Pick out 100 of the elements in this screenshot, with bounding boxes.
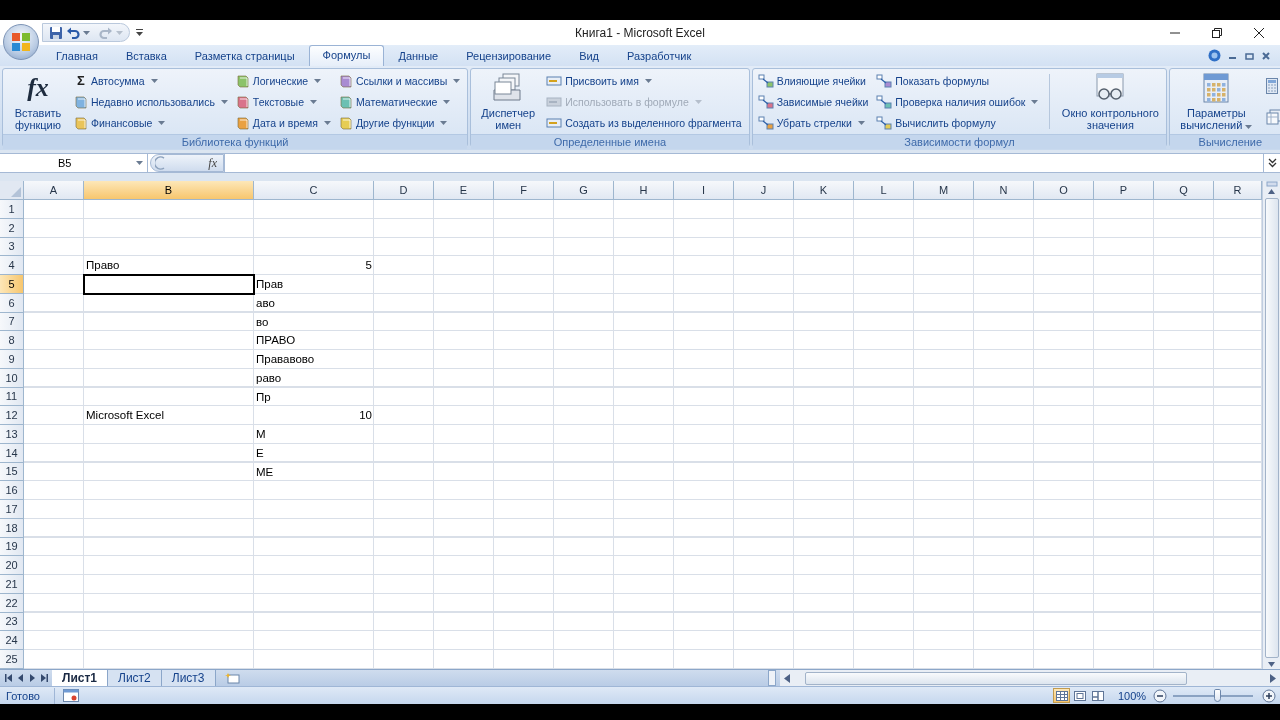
help-icon[interactable]: [1208, 49, 1221, 62]
column-header[interactable]: P: [1094, 181, 1154, 200]
view-button[interactable]: [1053, 688, 1070, 703]
ribbon-tab[interactable]: Вставка: [111, 46, 181, 66]
view-button[interactable]: [1089, 688, 1106, 703]
ribbon-button[interactable]: Проверка наличия ошибок: [876, 92, 1041, 111]
sheets-icon[interactable]: [1266, 109, 1280, 126]
scroll-right-icon[interactable]: [1269, 673, 1277, 683]
column-header[interactable]: C: [254, 181, 374, 200]
row-header[interactable]: 12: [0, 406, 24, 425]
table-cell-text: ME: [255, 464, 275, 480]
diagram-icon: [876, 73, 893, 88]
column-header[interactable]: L: [854, 181, 914, 200]
zoom-in-icon[interactable]: [1262, 688, 1276, 703]
scroll-up-icon[interactable]: [1267, 187, 1276, 196]
row-header[interactable]: 9: [0, 350, 24, 369]
ribbon-tab[interactable]: Разметка страницы: [180, 46, 309, 66]
ribbon-button[interactable]: Присвоить имя: [546, 71, 744, 90]
ribbon-button[interactable]: Математические: [339, 92, 463, 111]
split-handle-icon[interactable]: [1265, 181, 1278, 187]
sheet-tab[interactable]: Лист1: [52, 670, 109, 686]
column-header[interactable]: K: [794, 181, 854, 200]
ribbon-button[interactable]: Ссылки и массивы: [339, 71, 463, 90]
column-header[interactable]: H: [614, 181, 674, 200]
ribbon-button[interactable]: Показать формулы: [876, 71, 1041, 90]
row-header[interactable]: 24: [0, 631, 24, 650]
ribbon-tab[interactable]: Данные: [384, 46, 453, 66]
selected-cell[interactable]: [84, 275, 254, 294]
calculator-icon[interactable]: [1266, 77, 1279, 94]
row-header[interactable]: 5: [0, 275, 24, 294]
ribbon-button[interactable]: Влияющие ячейки: [757, 71, 871, 90]
undo-icon[interactable]: [66, 25, 80, 40]
vertical-scrollbar[interactable]: [1262, 181, 1280, 669]
row-header[interactable]: 17: [0, 500, 24, 519]
next-sheet-icon[interactable]: [29, 674, 36, 682]
ribbon-large-button[interactable]: Параметры вычислений: [1172, 70, 1261, 133]
close-icon[interactable]: [1254, 27, 1264, 38]
ribbon-button[interactable]: Убрать стрелки: [757, 113, 871, 132]
sheet-tab[interactable]: Лист3: [161, 670, 216, 686]
ribbon-button[interactable]: Создать из выделенного фрагмента: [546, 113, 744, 132]
macro-record-icon[interactable]: [62, 689, 79, 702]
ribbon-tab[interactable]: Рецензирование: [452, 46, 566, 66]
new-sheet-icon[interactable]: [223, 672, 240, 684]
row-header[interactable]: 8: [0, 331, 24, 350]
first-sheet-icon[interactable]: [5, 674, 12, 682]
ribbon-large-button[interactable]: Окно контрольного значения: [1056, 70, 1165, 133]
customize-caret-icon[interactable]: [136, 28, 143, 37]
ribbon-button[interactable]: Дата и время: [235, 113, 333, 132]
restore-icon[interactable]: [1212, 27, 1222, 38]
ribbon-tab[interactable]: Вид: [565, 46, 614, 66]
ribbon-button[interactable]: Вычислить формулу: [876, 113, 1041, 132]
office-button[interactable]: [3, 24, 39, 60]
column-header[interactable]: J: [734, 181, 794, 200]
column-header[interactable]: Q: [1154, 181, 1214, 200]
zoom-slider-thumb[interactable]: [1214, 688, 1221, 702]
zoom-out-icon[interactable]: [1153, 688, 1167, 703]
scroll-left-icon[interactable]: [783, 673, 791, 683]
ribbon-large-button[interactable]: fx Вставить функцию: [5, 70, 71, 133]
column-header[interactable]: O: [1034, 181, 1094, 200]
name-box[interactable]: B5: [0, 154, 148, 172]
ribbon-button[interactable]: Недавно использовались: [74, 92, 230, 111]
column-header[interactable]: N: [974, 181, 1034, 200]
column-header[interactable]: R: [1214, 181, 1262, 200]
insert-function-button[interactable]: fx: [208, 155, 217, 171]
ribbon-button[interactable]: Зависимые ячейки: [757, 92, 871, 111]
ribbon-tab[interactable]: Главная: [42, 46, 112, 66]
save-icon[interactable]: [49, 25, 63, 40]
previous-sheet-icon[interactable]: [17, 674, 24, 682]
ribbon-button[interactable]: Финансовые: [74, 113, 230, 132]
column-header[interactable]: G: [554, 181, 614, 200]
row-header[interactable]: 1: [0, 200, 24, 219]
row-header[interactable]: 25: [0, 650, 24, 669]
column-header[interactable]: A: [24, 181, 84, 200]
last-sheet-icon[interactable]: [41, 674, 48, 682]
row-header[interactable]: 4: [0, 256, 24, 275]
ribbon-button[interactable]: Текстовые: [235, 92, 333, 111]
ribbon-tab[interactable]: Разработчик: [613, 46, 706, 66]
scroll-thumb[interactable]: [1264, 198, 1279, 658]
column-header[interactable]: I: [674, 181, 734, 200]
view-button[interactable]: [1071, 688, 1088, 703]
sheet-tab[interactable]: Лист2: [108, 670, 162, 686]
row-header[interactable]: 20: [0, 556, 24, 575]
ribbon-button[interactable]: Логические: [235, 71, 333, 90]
ribbon-button[interactable]: Другие функции: [339, 113, 463, 132]
horizontal-scrollbar[interactable]: [780, 670, 1280, 686]
row-header[interactable]: 16: [0, 481, 24, 500]
row-header[interactable]: 13: [0, 425, 24, 444]
scroll-thumb[interactable]: [805, 671, 1187, 685]
row-header[interactable]: 21: [0, 575, 24, 594]
ribbon-button[interactable]: Σ Автосумма: [74, 71, 230, 90]
expand-formula-bar-icon[interactable]: [1267, 158, 1277, 168]
split-handle[interactable]: [768, 670, 776, 686]
column-header[interactable]: M: [914, 181, 974, 200]
column-header[interactable]: E: [434, 181, 494, 200]
column-header[interactable]: F: [494, 181, 554, 200]
column-header[interactable]: B: [84, 181, 254, 200]
ribbon-tab[interactable]: Формулы: [308, 45, 385, 66]
column-header[interactable]: D: [374, 181, 434, 200]
ribbon-large-button[interactable]: Диспетчер имен: [473, 70, 544, 133]
view-icon: [1055, 690, 1068, 701]
